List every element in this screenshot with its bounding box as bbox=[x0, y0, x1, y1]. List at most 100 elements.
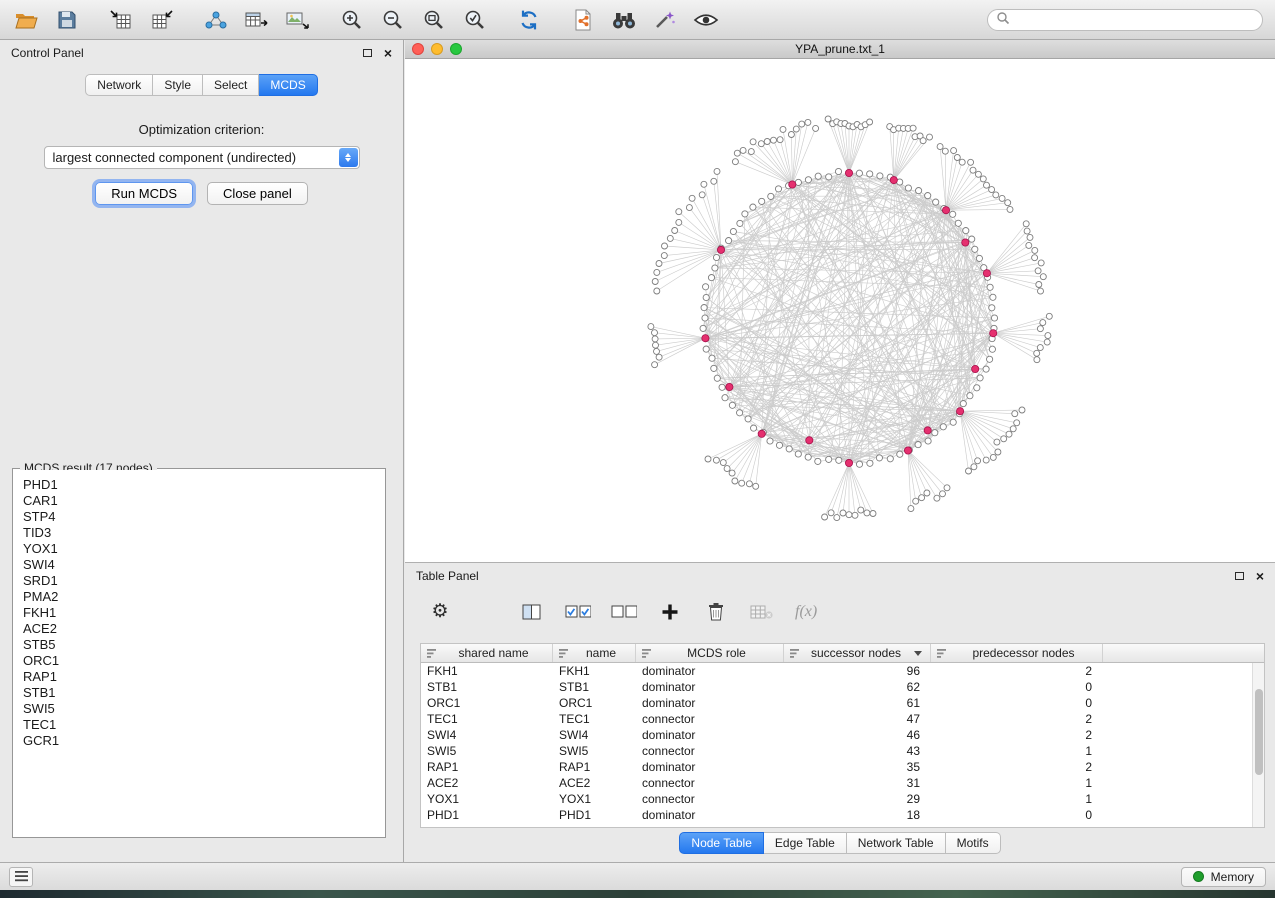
export-image-icon[interactable] bbox=[284, 6, 312, 34]
mcds-result-item[interactable]: SWI5 bbox=[23, 701, 375, 717]
zoom-out-icon[interactable] bbox=[379, 6, 407, 34]
table-row[interactable]: PHD1PHD1dominator180 bbox=[421, 807, 1264, 823]
open-session-icon[interactable] bbox=[12, 6, 40, 34]
search-icon bbox=[996, 11, 1010, 28]
table-cell: 96 bbox=[784, 663, 931, 679]
memory-button[interactable]: Memory bbox=[1181, 867, 1266, 887]
export-table-icon[interactable] bbox=[243, 6, 271, 34]
mcds-result-item[interactable]: ORC1 bbox=[23, 653, 375, 669]
zoom-fit-icon[interactable] bbox=[420, 6, 448, 34]
mcds-result-item[interactable]: SRD1 bbox=[23, 573, 375, 589]
show-columns-icon[interactable] bbox=[519, 599, 545, 625]
table-row[interactable]: FKH1FKH1dominator962 bbox=[421, 663, 1264, 679]
search-box bbox=[987, 9, 1263, 31]
table-row[interactable]: ACE2ACE2connector311 bbox=[421, 775, 1264, 791]
task-list-icon[interactable] bbox=[9, 867, 33, 887]
table-row[interactable]: YOX1YOX1connector291 bbox=[421, 791, 1264, 807]
table-cell: connector bbox=[636, 711, 784, 727]
new-network-icon[interactable] bbox=[202, 6, 230, 34]
maximize-window-button[interactable] bbox=[450, 43, 462, 55]
table-cell: SWI4 bbox=[421, 727, 553, 743]
table-row[interactable]: ORC1ORC1dominator610 bbox=[421, 695, 1264, 711]
table-cell: 62 bbox=[784, 679, 931, 695]
column-header-predecessor-nodes[interactable]: predecessor nodes bbox=[931, 644, 1103, 662]
tab-network[interactable]: Network bbox=[85, 74, 153, 96]
table-cell: 29 bbox=[784, 791, 931, 807]
delete-column-trash-icon[interactable] bbox=[703, 599, 729, 625]
main-toolbar bbox=[0, 0, 1275, 40]
mcds-result-item[interactable]: FKH1 bbox=[23, 605, 375, 621]
scrollbar-thumb[interactable] bbox=[1255, 689, 1263, 774]
import-table-icon[interactable] bbox=[107, 6, 135, 34]
zoom-in-icon[interactable] bbox=[338, 6, 366, 34]
tab-edge-table[interactable]: Edge Table bbox=[764, 832, 847, 854]
delete-table-icon-disabled[interactable] bbox=[749, 599, 775, 625]
column-header-MCDS-role[interactable]: MCDS role bbox=[636, 644, 784, 662]
table-row[interactable]: SWI4SWI4dominator462 bbox=[421, 727, 1264, 743]
share-document-icon[interactable] bbox=[569, 6, 597, 34]
save-session-icon[interactable] bbox=[53, 6, 81, 34]
deselect-all-columns-icon[interactable] bbox=[611, 599, 637, 625]
network-window-title: YPA_prune.txt_1 bbox=[405, 42, 1275, 56]
network-canvas[interactable] bbox=[405, 59, 1275, 562]
create-column-plus-icon[interactable] bbox=[657, 599, 683, 625]
tab-style[interactable]: Style bbox=[153, 74, 203, 96]
float-window-icon[interactable] bbox=[363, 49, 372, 57]
graphics-details-icon[interactable] bbox=[651, 6, 679, 34]
mcds-result-item[interactable]: ACE2 bbox=[23, 621, 375, 637]
minimize-window-button[interactable] bbox=[431, 43, 443, 55]
mcds-result-item[interactable]: GCR1 bbox=[23, 733, 375, 749]
column-header-shared-name[interactable]: shared name bbox=[421, 644, 553, 662]
mcds-result-item[interactable]: STB5 bbox=[23, 637, 375, 653]
table-row[interactable]: SWI5SWI5connector431 bbox=[421, 743, 1264, 759]
close-table-panel-icon[interactable]: × bbox=[1256, 571, 1264, 581]
tab-network-table[interactable]: Network Table bbox=[847, 832, 946, 854]
table-row[interactable]: STB1STB1dominator620 bbox=[421, 679, 1264, 695]
table-cell: SWI5 bbox=[553, 743, 636, 759]
mcds-result-item[interactable]: YOX1 bbox=[23, 541, 375, 557]
eye-icon[interactable] bbox=[692, 6, 720, 34]
table-cell: FKH1 bbox=[421, 663, 553, 679]
mcds-result-item[interactable]: STP4 bbox=[23, 509, 375, 525]
column-header-name[interactable]: name bbox=[553, 644, 636, 662]
zoom-group bbox=[338, 6, 489, 34]
mcds-result-item[interactable]: STB1 bbox=[23, 685, 375, 701]
column-header-successor-nodes[interactable]: successor nodes bbox=[784, 644, 931, 662]
mcds-result-item[interactable]: TID3 bbox=[23, 525, 375, 541]
refresh-icon[interactable] bbox=[515, 6, 543, 34]
table-cell: ACE2 bbox=[553, 775, 636, 791]
tab-motifs[interactable]: Motifs bbox=[946, 832, 1001, 854]
zoom-selected-icon[interactable] bbox=[461, 6, 489, 34]
close-panel-button[interactable]: Close panel bbox=[207, 182, 308, 205]
import-network-table-icon[interactable] bbox=[148, 6, 176, 34]
mcds-result-item[interactable]: RAP1 bbox=[23, 669, 375, 685]
network-window-titlebar: YPA_prune.txt_1 bbox=[405, 40, 1275, 59]
float-table-panel-icon[interactable] bbox=[1235, 572, 1244, 580]
table-cell: 46 bbox=[784, 727, 931, 743]
mcds-result-item[interactable]: CAR1 bbox=[23, 493, 375, 509]
tab-select[interactable]: Select bbox=[203, 74, 259, 96]
function-builder-icon[interactable]: f(x) bbox=[795, 603, 817, 621]
table-cell: 2 bbox=[931, 727, 1103, 743]
mcds-result-item[interactable]: PMA2 bbox=[23, 589, 375, 605]
run-mcds-button[interactable]: Run MCDS bbox=[95, 182, 193, 205]
select-all-columns-icon[interactable] bbox=[565, 599, 591, 625]
table-cell: FKH1 bbox=[553, 663, 636, 679]
tab-node-table[interactable]: Node Table bbox=[679, 832, 764, 854]
table-settings-gear-icon[interactable]: ⚙ bbox=[427, 599, 453, 625]
close-panel-icon[interactable]: × bbox=[384, 48, 392, 58]
mcds-result-item[interactable]: PHD1 bbox=[23, 477, 375, 493]
table-cell: connector bbox=[636, 775, 784, 791]
table-panel-header: Table Panel × bbox=[405, 563, 1275, 589]
search-input[interactable] bbox=[1015, 13, 1254, 27]
table-scrollbar[interactable] bbox=[1252, 663, 1264, 827]
criterion-dropdown[interactable]: largest connected component (undirected) bbox=[44, 146, 360, 169]
close-window-button[interactable] bbox=[412, 43, 424, 55]
mcds-result-item[interactable]: TEC1 bbox=[23, 717, 375, 733]
search-network-icon[interactable] bbox=[610, 6, 638, 34]
table-row[interactable]: RAP1RAP1dominator352 bbox=[421, 759, 1264, 775]
mcds-result-item[interactable]: SWI4 bbox=[23, 557, 375, 573]
table-body: FKH1FKH1dominator962STB1STB1dominator620… bbox=[421, 663, 1264, 823]
tab-mcds[interactable]: MCDS bbox=[259, 74, 317, 96]
table-row[interactable]: TEC1TEC1connector472 bbox=[421, 711, 1264, 727]
